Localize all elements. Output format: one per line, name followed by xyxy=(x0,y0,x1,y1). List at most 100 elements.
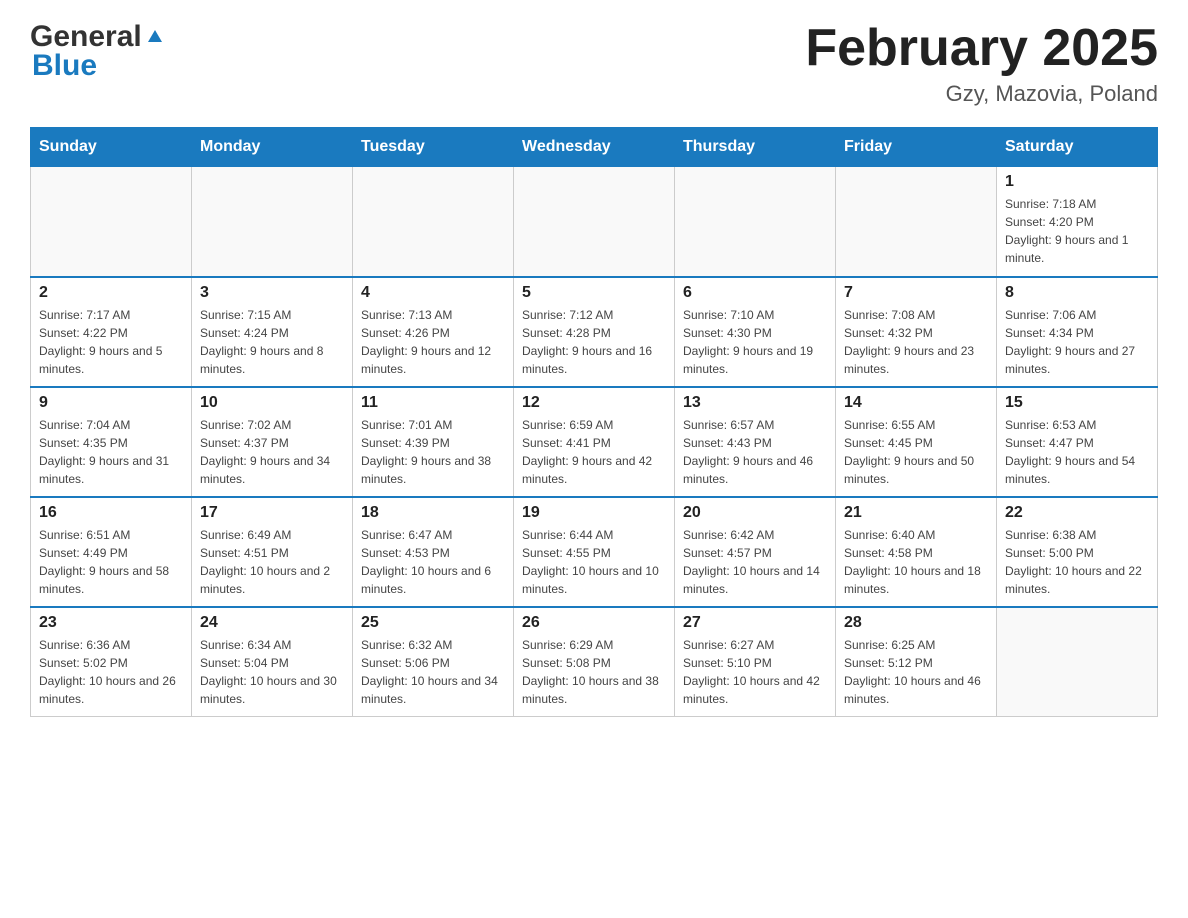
day-number: 9 xyxy=(39,394,183,412)
day-info: Sunrise: 6:36 AMSunset: 5:02 PMDaylight:… xyxy=(39,636,183,708)
calendar-cell-w3-d6: 14 Sunrise: 6:55 AMSunset: 4:45 PMDayligh… xyxy=(836,387,997,497)
calendar-cell-w1-d6 xyxy=(836,167,997,277)
day-info: Sunrise: 6:29 AMSunset: 5:08 PMDaylight:… xyxy=(522,636,666,708)
day-info: Sunrise: 7:08 AMSunset: 4:32 PMDaylight:… xyxy=(844,306,988,378)
day-number: 4 xyxy=(361,284,505,302)
day-number: 11 xyxy=(361,394,505,412)
day-info: Sunrise: 7:02 AMSunset: 4:37 PMDaylight:… xyxy=(200,416,344,488)
day-info: Sunrise: 6:49 AMSunset: 4:51 PMDaylight:… xyxy=(200,526,344,598)
day-number: 17 xyxy=(200,504,344,522)
calendar-week-5: 23 Sunrise: 6:36 AMSunset: 5:02 PMDayligh… xyxy=(31,607,1158,717)
day-info: Sunrise: 6:57 AMSunset: 4:43 PMDaylight:… xyxy=(683,416,827,488)
day-number: 2 xyxy=(39,284,183,302)
calendar-cell-w4-d7: 22 Sunrise: 6:38 AMSunset: 5:00 PMDayligh… xyxy=(997,497,1158,607)
day-number: 12 xyxy=(522,394,666,412)
calendar-cell-w4-d2: 17 Sunrise: 6:49 AMSunset: 4:51 PMDayligh… xyxy=(192,497,353,607)
day-info: Sunrise: 7:15 AMSunset: 4:24 PMDaylight:… xyxy=(200,306,344,378)
calendar-cell-w2-d4: 5 Sunrise: 7:12 AMSunset: 4:28 PMDaylight… xyxy=(514,277,675,387)
calendar-week-4: 16 Sunrise: 6:51 AMSunset: 4:49 PMDayligh… xyxy=(31,497,1158,607)
calendar-cell-w2-d2: 3 Sunrise: 7:15 AMSunset: 4:24 PMDaylight… xyxy=(192,277,353,387)
day-info: Sunrise: 6:34 AMSunset: 5:04 PMDaylight:… xyxy=(200,636,344,708)
calendar-week-3: 9 Sunrise: 7:04 AMSunset: 4:35 PMDaylight… xyxy=(31,387,1158,497)
day-info: Sunrise: 7:04 AMSunset: 4:35 PMDaylight:… xyxy=(39,416,183,488)
calendar-cell-w3-d3: 11 Sunrise: 7:01 AMSunset: 4:39 PMDayligh… xyxy=(353,387,514,497)
day-info: Sunrise: 6:25 AMSunset: 5:12 PMDaylight:… xyxy=(844,636,988,708)
day-number: 22 xyxy=(1005,504,1149,522)
day-info: Sunrise: 7:17 AMSunset: 4:22 PMDaylight:… xyxy=(39,306,183,378)
calendar-cell-w4-d1: 16 Sunrise: 6:51 AMSunset: 4:49 PMDayligh… xyxy=(31,497,192,607)
calendar-cell-w1-d3 xyxy=(353,167,514,277)
calendar-cell-w4-d6: 21 Sunrise: 6:40 AMSunset: 4:58 PMDayligh… xyxy=(836,497,997,607)
title-block: February 2025 Gzy, Mazovia, Poland xyxy=(805,20,1158,107)
day-info: Sunrise: 6:55 AMSunset: 4:45 PMDaylight:… xyxy=(844,416,988,488)
day-info: Sunrise: 6:53 AMSunset: 4:47 PMDaylight:… xyxy=(1005,416,1149,488)
day-number: 27 xyxy=(683,614,827,632)
calendar-cell-w2-d7: 8 Sunrise: 7:06 AMSunset: 4:34 PMDaylight… xyxy=(997,277,1158,387)
day-number: 19 xyxy=(522,504,666,522)
day-info: Sunrise: 7:01 AMSunset: 4:39 PMDaylight:… xyxy=(361,416,505,488)
day-number: 18 xyxy=(361,504,505,522)
calendar-cell-w5-d7 xyxy=(997,607,1158,717)
location-subtitle: Gzy, Mazovia, Poland xyxy=(805,81,1158,107)
calendar-cell-w3-d5: 13 Sunrise: 6:57 AMSunset: 4:43 PMDayligh… xyxy=(675,387,836,497)
day-number: 16 xyxy=(39,504,183,522)
day-number: 28 xyxy=(844,614,988,632)
day-number: 23 xyxy=(39,614,183,632)
calendar-cell-w3-d2: 10 Sunrise: 7:02 AMSunset: 4:37 PMDayligh… xyxy=(192,387,353,497)
calendar-cell-w5-d2: 24 Sunrise: 6:34 AMSunset: 5:04 PMDayligh… xyxy=(192,607,353,717)
day-info: Sunrise: 6:32 AMSunset: 5:06 PMDaylight:… xyxy=(361,636,505,708)
day-number: 20 xyxy=(683,504,827,522)
day-info: Sunrise: 6:51 AMSunset: 4:49 PMDaylight:… xyxy=(39,526,183,598)
day-number: 21 xyxy=(844,504,988,522)
calendar-header-row: Sunday Monday Tuesday Wednesday Thursday… xyxy=(31,128,1158,167)
day-number: 13 xyxy=(683,394,827,412)
day-info: Sunrise: 6:40 AMSunset: 4:58 PMDaylight:… xyxy=(844,526,988,598)
day-number: 15 xyxy=(1005,394,1149,412)
day-number: 3 xyxy=(200,284,344,302)
calendar-cell-w5-d5: 27 Sunrise: 6:27 AMSunset: 5:10 PMDayligh… xyxy=(675,607,836,717)
day-info: Sunrise: 7:06 AMSunset: 4:34 PMDaylight:… xyxy=(1005,306,1149,378)
day-info: Sunrise: 6:47 AMSunset: 4:53 PMDaylight:… xyxy=(361,526,505,598)
day-info: Sunrise: 6:59 AMSunset: 4:41 PMDaylight:… xyxy=(522,416,666,488)
calendar-week-1: 1 Sunrise: 7:18 AMSunset: 4:20 PMDaylight… xyxy=(31,167,1158,277)
day-number: 14 xyxy=(844,394,988,412)
calendar-cell-w1-d1 xyxy=(31,167,192,277)
col-wednesday: Wednesday xyxy=(514,128,675,167)
calendar-cell-w1-d7: 1 Sunrise: 7:18 AMSunset: 4:20 PMDaylight… xyxy=(997,167,1158,277)
day-number: 25 xyxy=(361,614,505,632)
day-number: 5 xyxy=(522,284,666,302)
day-info: Sunrise: 6:38 AMSunset: 5:00 PMDaylight:… xyxy=(1005,526,1149,598)
col-monday: Monday xyxy=(192,128,353,167)
calendar-cell-w5-d6: 28 Sunrise: 6:25 AMSunset: 5:12 PMDayligh… xyxy=(836,607,997,717)
calendar-cell-w5-d4: 26 Sunrise: 6:29 AMSunset: 5:08 PMDayligh… xyxy=(514,607,675,717)
calendar-cell-w5-d3: 25 Sunrise: 6:32 AMSunset: 5:06 PMDayligh… xyxy=(353,607,514,717)
calendar-cell-w3-d7: 15 Sunrise: 6:53 AMSunset: 4:47 PMDayligh… xyxy=(997,387,1158,497)
day-number: 1 xyxy=(1005,173,1149,191)
col-friday: Friday xyxy=(836,128,997,167)
day-info: Sunrise: 7:13 AMSunset: 4:26 PMDaylight:… xyxy=(361,306,505,378)
day-number: 24 xyxy=(200,614,344,632)
day-number: 8 xyxy=(1005,284,1149,302)
calendar-cell-w1-d5 xyxy=(675,167,836,277)
day-number: 10 xyxy=(200,394,344,412)
logo-triangle-icon xyxy=(144,24,166,46)
day-info: Sunrise: 7:18 AMSunset: 4:20 PMDaylight:… xyxy=(1005,195,1149,267)
day-number: 6 xyxy=(683,284,827,302)
logo-blue-text: Blue xyxy=(32,52,166,79)
calendar-cell-w2-d5: 6Sunrise: 7:10 AMSunset: 4:30 PMDaylight… xyxy=(675,277,836,387)
col-thursday: Thursday xyxy=(675,128,836,167)
day-number: 7 xyxy=(844,284,988,302)
col-saturday: Saturday xyxy=(997,128,1158,167)
calendar-cell-w3-d4: 12 Sunrise: 6:59 AMSunset: 4:41 PMDayligh… xyxy=(514,387,675,497)
calendar-cell-w3-d1: 9 Sunrise: 7:04 AMSunset: 4:35 PMDaylight… xyxy=(31,387,192,497)
col-tuesday: Tuesday xyxy=(353,128,514,167)
calendar-cell-w4-d5: 20Sunrise: 6:42 AMSunset: 4:57 PMDayligh… xyxy=(675,497,836,607)
calendar-cell-w2-d1: 2 Sunrise: 7:17 AMSunset: 4:22 PMDaylight… xyxy=(31,277,192,387)
calendar-table: Sunday Monday Tuesday Wednesday Thursday… xyxy=(30,127,1158,717)
calendar-cell-w1-d2 xyxy=(192,167,353,277)
day-info: Sunrise: 6:27 AMSunset: 5:10 PMDaylight:… xyxy=(683,636,827,708)
calendar-cell-w4-d3: 18 Sunrise: 6:47 AMSunset: 4:53 PMDayligh… xyxy=(353,497,514,607)
day-number: 26 xyxy=(522,614,666,632)
day-info: Sunrise: 7:12 AMSunset: 4:28 PMDaylight:… xyxy=(522,306,666,378)
calendar-cell-w2-d3: 4 Sunrise: 7:13 AMSunset: 4:26 PMDaylight… xyxy=(353,277,514,387)
